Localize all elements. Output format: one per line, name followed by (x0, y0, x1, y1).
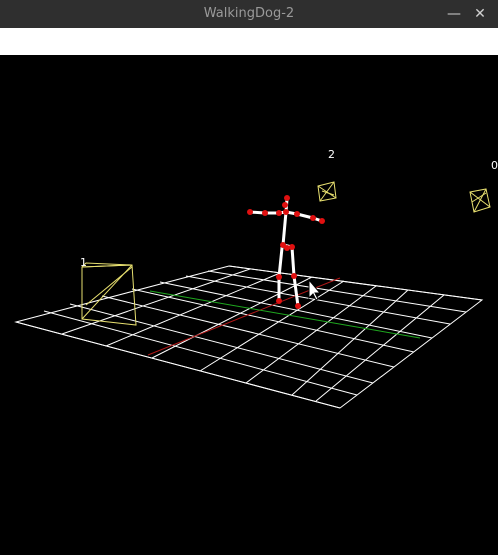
window-title: WalkingDog-2 (203, 6, 295, 21)
window-titlebar[interactable]: WalkingDog-2 — ✕ (0, 0, 498, 28)
camera-2-gizmo[interactable] (317, 181, 337, 202)
camera-2-label: 2 (328, 148, 335, 161)
camera-1-gizmo[interactable] (81, 262, 137, 326)
close-button[interactable]: ✕ (470, 4, 490, 24)
scene-canvas[interactable]: 1 2 0 (0, 55, 498, 555)
camera-0-gizmo[interactable] (469, 188, 491, 213)
minimize-button[interactable]: — (444, 4, 464, 24)
camera-1-label: 1 (80, 256, 87, 269)
camera-0-label: 0 (491, 159, 498, 172)
3d-viewport[interactable]: 1 2 0 (0, 55, 498, 555)
toolbar (0, 28, 498, 55)
